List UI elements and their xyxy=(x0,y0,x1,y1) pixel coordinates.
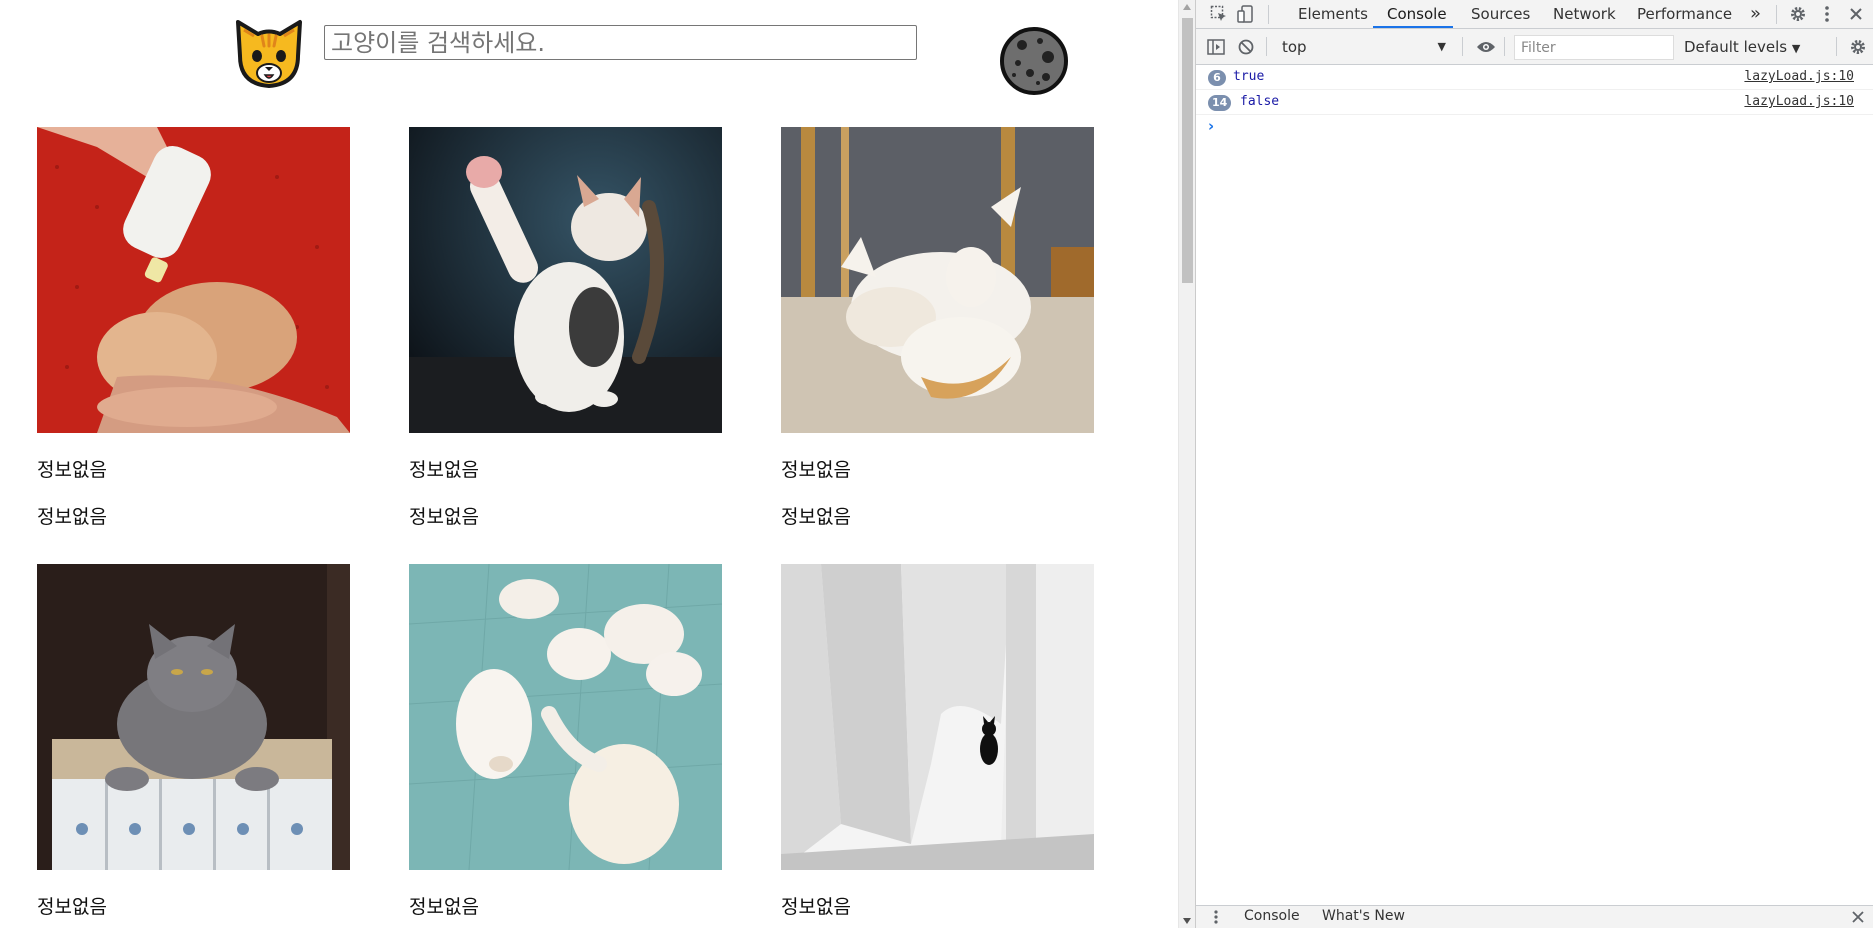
tab-performance[interactable]: Performance xyxy=(1637,0,1732,29)
cat-card[interactable]: 정보없음 xyxy=(409,564,722,918)
cat-info-line: 정보없음 xyxy=(781,506,851,528)
cat-photo[interactable] xyxy=(781,127,1094,433)
active-tab-indicator xyxy=(1373,26,1453,28)
sidebar-toggle-icon[interactable] xyxy=(1206,37,1226,57)
console-value: false xyxy=(1240,94,1280,109)
log-levels-dropdown[interactable]: Default levels ▼ xyxy=(1684,35,1800,59)
cat-info-line: 정보없음 xyxy=(37,459,107,481)
console-value: true xyxy=(1233,69,1265,84)
cat-info-line: 정보없음 xyxy=(409,459,479,481)
context-value: top xyxy=(1282,38,1307,56)
tab-sources[interactable]: Sources xyxy=(1471,0,1530,29)
scroll-thumb[interactable] xyxy=(1182,18,1193,283)
cat-card[interactable]: 정보없음 정보없음 xyxy=(37,127,350,528)
drawer-close-icon[interactable] xyxy=(1848,907,1868,927)
cat-card[interactable]: 정보없음 정보없음 xyxy=(409,127,722,528)
console-message[interactable]: 6 true lazyLoad.js:10 xyxy=(1196,65,1873,90)
cat-card[interactable]: 정보없음 정보없음 xyxy=(781,127,1094,528)
console-filter-input[interactable] xyxy=(1514,35,1674,60)
cat-photo[interactable] xyxy=(37,127,350,433)
inspect-element-icon[interactable] xyxy=(1209,4,1229,24)
cat-logo-icon[interactable] xyxy=(232,16,306,90)
settings-gear-icon[interactable] xyxy=(1788,4,1808,24)
cat-card[interactable]: 정보없음 xyxy=(781,564,1094,918)
cat-info-line: 정보없음 xyxy=(781,896,851,918)
source-link[interactable]: lazyLoad.js:10 xyxy=(1744,94,1854,109)
drawer-tab-whats-new[interactable]: What's New xyxy=(1322,908,1405,924)
cat-info-line: 정보없음 xyxy=(781,459,851,481)
cat-photo[interactable] xyxy=(781,564,1094,870)
more-vertical-icon[interactable] xyxy=(1817,4,1837,24)
console-output[interactable]: 6 true lazyLoad.js:10 14 false lazyLoad.… xyxy=(1196,65,1873,905)
scroll-up-arrow-icon[interactable] xyxy=(1183,4,1191,10)
cat-photo[interactable] xyxy=(409,127,722,433)
close-icon[interactable] xyxy=(1846,4,1866,24)
drawer-tab-console[interactable]: Console xyxy=(1244,908,1300,924)
console-prompt[interactable]: › xyxy=(1208,117,1214,135)
devtools-drawer: Console What's New xyxy=(1196,905,1873,928)
drawer-menu-icon[interactable] xyxy=(1206,907,1226,927)
cat-info-line: 정보없음 xyxy=(409,506,479,528)
context-selector[interactable]: top ▼ xyxy=(1278,35,1450,59)
cat-info-line: 정보없음 xyxy=(37,896,107,918)
tab-elements[interactable]: Elements xyxy=(1298,0,1368,29)
chevron-down-icon: ▼ xyxy=(1791,42,1801,55)
cat-info-line: 정보없음 xyxy=(409,896,479,918)
cat-photo[interactable] xyxy=(37,564,350,870)
search-input[interactable] xyxy=(324,25,917,60)
repeat-count-badge: 6 xyxy=(1208,70,1226,86)
cat-info-line: 정보없음 xyxy=(37,506,107,528)
devtools-panel: Elements Console Sources Network Perform… xyxy=(1195,0,1873,928)
source-link[interactable]: lazyLoad.js:10 xyxy=(1744,69,1854,84)
cat-photo[interactable] xyxy=(409,564,722,870)
chevron-down-icon: ▼ xyxy=(1437,40,1446,53)
console-message[interactable]: 14 false lazyLoad.js:10 xyxy=(1196,90,1873,115)
page-scrollbar[interactable] xyxy=(1178,0,1195,928)
more-tabs-button[interactable]: » xyxy=(1750,0,1761,29)
console-toolbar: top ▼ Default levels ▼ xyxy=(1196,29,1873,65)
cat-card[interactable]: 정보없음 xyxy=(37,564,350,918)
log-levels-label: Default levels xyxy=(1684,38,1788,56)
repeat-count-badge: 14 xyxy=(1208,95,1232,111)
page-viewport: 정보없음 정보없음 정보없음 정보없음 xyxy=(0,0,1178,928)
device-toolbar-icon[interactable] xyxy=(1236,4,1256,24)
tab-network[interactable]: Network xyxy=(1553,0,1616,29)
dark-mode-moon-icon[interactable] xyxy=(1000,27,1068,95)
tab-console[interactable]: Console xyxy=(1387,0,1447,29)
clear-console-icon[interactable] xyxy=(1236,37,1256,57)
devtools-tabbar: Elements Console Sources Network Perform… xyxy=(1196,0,1873,29)
eye-icon[interactable] xyxy=(1476,37,1496,57)
scroll-down-arrow-icon[interactable] xyxy=(1183,918,1191,924)
console-settings-gear-icon[interactable] xyxy=(1848,37,1868,57)
